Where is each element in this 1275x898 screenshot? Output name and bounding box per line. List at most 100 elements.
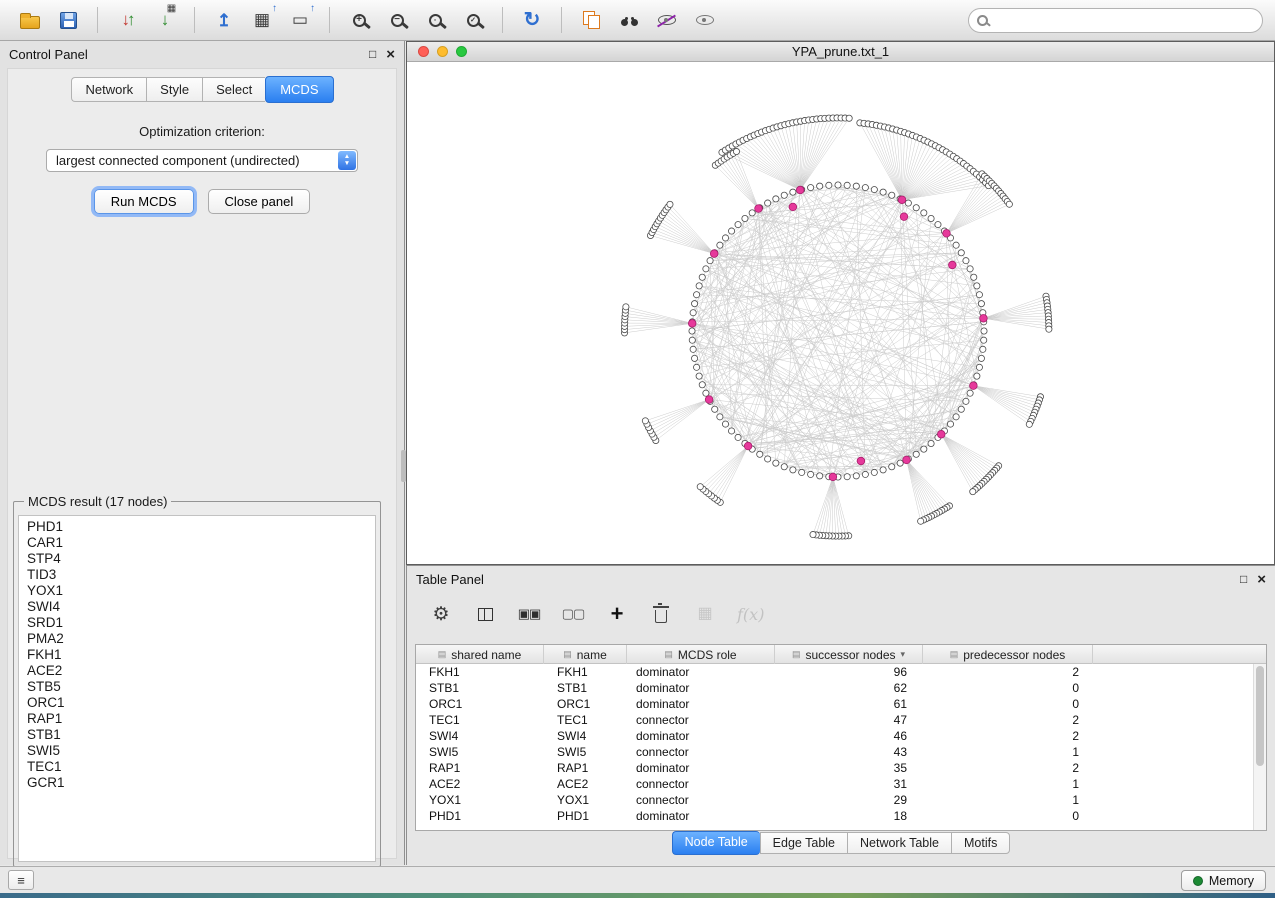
table-cell: dominator xyxy=(627,728,775,744)
export-table-button[interactable]: ▦↑ xyxy=(244,4,280,36)
find-button[interactable] xyxy=(611,4,647,36)
table-row[interactable]: ACE2ACE2connector311 xyxy=(416,776,1253,792)
scrollbar-thumb[interactable] xyxy=(1256,666,1264,766)
float-panel-icon[interactable]: □ xyxy=(369,48,376,60)
table-settings-button[interactable]: ⚙ xyxy=(429,601,453,627)
table-cell: YOX1 xyxy=(416,792,544,808)
table-cell: dominator xyxy=(627,664,775,680)
table-row[interactable]: STB1STB1dominator620 xyxy=(416,680,1253,696)
table-row[interactable]: FKH1FKH1dominator962 xyxy=(416,664,1253,680)
refresh-button[interactable]: ↻ xyxy=(514,4,550,36)
import-network-button[interactable]: ↓↑ xyxy=(109,4,145,36)
deselect-all-rows-button[interactable]: ▢▢ xyxy=(561,601,585,627)
eye-slash-icon xyxy=(658,15,676,25)
table-cell: ACE2 xyxy=(416,776,544,792)
mcds-result-list: PHD1CAR1STP4TID3YOX1SWI4SRD1PMA2FKH1ACE2… xyxy=(18,515,376,862)
table-cell: 62 xyxy=(775,680,923,696)
mcds-result-item[interactable]: ORC1 xyxy=(27,695,367,711)
float-panel-icon[interactable]: □ xyxy=(1240,573,1247,585)
mcds-result-item[interactable]: PMA2 xyxy=(27,631,367,647)
table-row[interactable]: SWI5SWI5connector431 xyxy=(416,744,1253,760)
zoom-selected-button[interactable]: ✓ xyxy=(455,4,491,36)
mcds-result-item[interactable]: FKH1 xyxy=(27,647,367,663)
mcds-result-item[interactable]: STP4 xyxy=(27,551,367,567)
show-hidden-button[interactable] xyxy=(687,4,723,36)
zoom-fit-button[interactable]: ▫ xyxy=(417,4,453,36)
network-canvas[interactable] xyxy=(407,62,1274,564)
select-all-rows-button[interactable]: ▣▣ xyxy=(517,601,541,627)
export-image-icon: ▭↑ xyxy=(292,10,308,30)
table-cell: ACE2 xyxy=(544,776,627,792)
optimization-criterion-dropdown[interactable]: largest connected component (undirected)… xyxy=(46,149,358,172)
table-row[interactable]: YOX1YOX1connector291 xyxy=(416,792,1253,808)
import-table-button[interactable]: ↓▦ xyxy=(147,4,183,36)
run-mcds-button[interactable]: Run MCDS xyxy=(94,189,194,214)
export-network-button[interactable]: ↥ xyxy=(206,4,242,36)
table-row[interactable]: RAP1RAP1dominator352 xyxy=(416,760,1253,776)
table-row[interactable]: PHD1PHD1dominator180 xyxy=(416,808,1253,824)
zoom-in-icon: + xyxy=(353,14,366,27)
mcds-result-item[interactable]: SWI5 xyxy=(27,743,367,759)
mcds-result-item[interactable]: TID3 xyxy=(27,567,367,583)
column-header-mcds-role[interactable]: ▤ MCDS role xyxy=(627,645,775,664)
status-menu-button[interactable]: ≡ xyxy=(8,870,34,890)
export-image-button[interactable]: ▭↑ xyxy=(282,4,318,36)
table-row[interactable]: SWI4SWI4dominator462 xyxy=(416,728,1253,744)
close-window-icon[interactable] xyxy=(418,46,429,57)
tab-node-table[interactable]: Node Table xyxy=(672,831,760,855)
tab-style[interactable]: Style xyxy=(146,77,202,102)
zoom-out-button[interactable]: − xyxy=(379,4,415,36)
maximize-window-icon[interactable] xyxy=(456,46,467,57)
tab-network-table[interactable]: Network Table xyxy=(847,832,951,854)
show-columns-button[interactable] xyxy=(473,601,497,627)
close-panel-button[interactable]: Close panel xyxy=(208,189,311,214)
delete-column-button[interactable] xyxy=(649,601,673,627)
network-from-selection-button[interactable] xyxy=(573,4,609,36)
tab-mcds[interactable]: MCDS xyxy=(265,76,333,103)
control-panel-title: Control Panel xyxy=(9,47,88,62)
table-scrollbar[interactable] xyxy=(1253,664,1266,830)
column-header-successor-nodes[interactable]: ▤ successor nodes ▾ xyxy=(775,645,923,664)
mcds-result-item[interactable]: STB5 xyxy=(27,679,367,695)
table-cell: ORC1 xyxy=(416,696,544,712)
mcds-result-item[interactable]: TEC1 xyxy=(27,759,367,775)
column-label: MCDS role xyxy=(678,648,737,662)
memory-button[interactable]: Memory xyxy=(1181,870,1266,891)
table-row[interactable]: TEC1TEC1connector472 xyxy=(416,712,1253,728)
mcds-result-item[interactable]: ACE2 xyxy=(27,663,367,679)
table-cell: TEC1 xyxy=(416,712,544,728)
close-panel-icon[interactable]: × xyxy=(386,47,395,62)
import-network-icon: ↓↑ xyxy=(122,10,133,30)
mcds-result-item[interactable]: YOX1 xyxy=(27,583,367,599)
column-header-shared-name[interactable]: ▤ shared name xyxy=(416,645,544,664)
mcds-result-item[interactable]: RAP1 xyxy=(27,711,367,727)
mcds-result-item[interactable]: SWI4 xyxy=(27,599,367,615)
add-column-button[interactable]: + xyxy=(605,601,629,627)
gear-icon: ⚙ xyxy=(432,605,449,624)
mcds-result-item[interactable]: PHD1 xyxy=(27,519,367,535)
column-header-predecessor-nodes[interactable]: ▤ predecessor nodes xyxy=(923,645,1093,664)
mcds-result-item[interactable]: STB1 xyxy=(27,727,367,743)
minimize-window-icon[interactable] xyxy=(437,46,448,57)
select-all-icon: ▣▣ xyxy=(518,606,541,622)
zoom-in-button[interactable]: + xyxy=(341,4,377,36)
tab-network[interactable]: Network xyxy=(71,77,146,102)
save-button[interactable] xyxy=(50,4,86,36)
tab-select[interactable]: Select xyxy=(202,77,265,102)
network-view-window: YPA_prune.txt_1 xyxy=(406,41,1275,565)
mcds-result-item[interactable]: GCR1 xyxy=(27,775,367,791)
mcds-result-item[interactable]: CAR1 xyxy=(27,535,367,551)
hide-selected-button[interactable] xyxy=(649,4,685,36)
tab-motifs[interactable]: Motifs xyxy=(951,832,1010,854)
table-cell: 43 xyxy=(775,744,923,760)
table-cell: 1 xyxy=(923,744,1093,760)
close-panel-icon[interactable]: × xyxy=(1257,572,1266,587)
open-file-button[interactable] xyxy=(12,4,48,36)
tab-edge-table[interactable]: Edge Table xyxy=(760,832,847,854)
column-header-name[interactable]: ▤ name xyxy=(544,645,627,664)
search-input[interactable] xyxy=(968,8,1263,33)
table-row[interactable]: ORC1ORC1dominator610 xyxy=(416,696,1253,712)
mcds-result-item[interactable]: SRD1 xyxy=(27,615,367,631)
table-cell: 2 xyxy=(923,728,1093,744)
mcds-result-fieldset: MCDS result (17 nodes) PHD1CAR1STP4TID3Y… xyxy=(13,494,381,867)
